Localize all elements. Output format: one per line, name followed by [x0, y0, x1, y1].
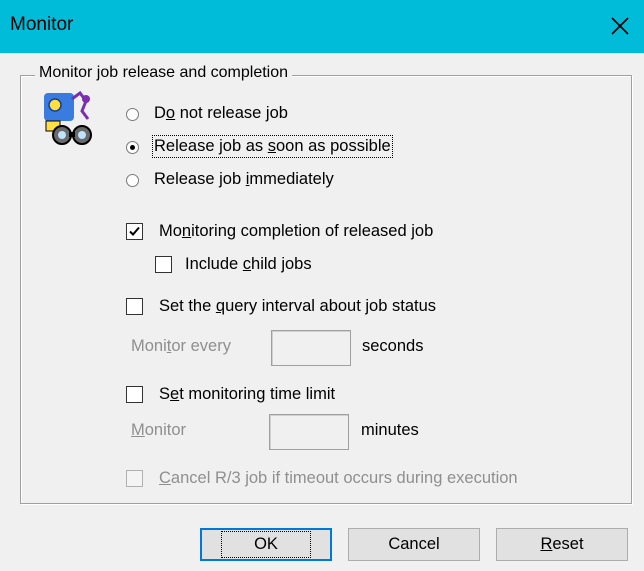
seconds-unit-label: seconds	[362, 337, 424, 355]
monitor-minutes-input[interactable]	[269, 414, 349, 450]
checkbox-label-monitoring-completion: Monitoring completion of released job	[159, 222, 434, 240]
checkbox-include-child-jobs[interactable]	[155, 256, 172, 273]
radio-label-release-immediately: Release job immediately	[154, 170, 334, 188]
monitor-minutes-label: Monitor	[131, 421, 187, 439]
job-monitor-icon	[44, 91, 92, 145]
group-legend: Monitor job release and completion	[35, 64, 293, 82]
radio-release-asap[interactable]	[126, 141, 139, 154]
ok-button-label: OK	[221, 531, 311, 558]
cancel-button-label: Cancel	[388, 535, 440, 553]
radio-label-do-not-release: Do not release job	[154, 104, 288, 122]
radio-do-not-release[interactable]	[126, 108, 139, 121]
checkmark-icon	[129, 226, 140, 236]
checkbox-monitoring-completion[interactable]	[126, 223, 143, 240]
checkbox-time-limit[interactable]	[126, 386, 143, 403]
monitor-every-input[interactable]	[271, 330, 351, 366]
checkbox-cancel-r3-job[interactable]	[126, 470, 143, 487]
minutes-unit-label: minutes	[361, 421, 419, 439]
title-bar: Monitor	[0, 0, 644, 53]
radio-release-immediately[interactable]	[126, 174, 139, 187]
monitor-every-label: Monitor every	[131, 337, 231, 355]
checkbox-label-time-limit: Set monitoring time limit	[159, 385, 336, 403]
close-button[interactable]	[602, 8, 638, 44]
cancel-button[interactable]: Cancel	[348, 528, 480, 561]
checkbox-query-interval[interactable]	[126, 298, 143, 315]
reset-button[interactable]: Reset	[496, 528, 628, 561]
checkbox-label-include-child-jobs: Include child jobs	[185, 255, 312, 273]
close-icon	[611, 17, 629, 35]
checkbox-label-cancel-r3-job: Cancel R/3 job if timeout occurs during …	[159, 469, 518, 487]
dialog-body: Monitor job release and completion Do no…	[0, 53, 644, 571]
reset-button-label: Reset	[540, 535, 584, 553]
radio-label-release-asap: Release job as soon as possible	[152, 135, 393, 158]
ok-button[interactable]: OK	[200, 528, 332, 561]
window-title: Monitor	[10, 14, 74, 35]
checkbox-label-query-interval: Set the query interval about job status	[159, 297, 437, 315]
